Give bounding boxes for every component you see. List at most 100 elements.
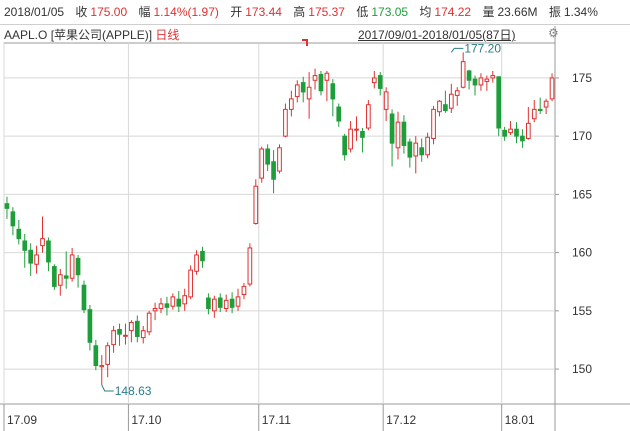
candle — [514, 122, 519, 144]
candle — [34, 245, 39, 274]
candle — [401, 115, 407, 154]
candle-body — [306, 86, 312, 100]
candle-body — [300, 82, 306, 93]
candle — [448, 83, 454, 113]
candle — [460, 52, 466, 89]
period-kind[interactable]: 日线 — [155, 28, 179, 42]
candle — [324, 70, 330, 102]
candle — [277, 144, 282, 174]
candle-body — [241, 285, 247, 296]
candle-body — [253, 185, 259, 225]
candle-body — [16, 228, 22, 240]
candle-body — [366, 104, 371, 129]
candle-body — [206, 297, 211, 310]
candle-body — [200, 250, 205, 262]
candle — [472, 75, 478, 96]
candle — [247, 243, 253, 287]
candle — [229, 292, 235, 314]
candle-body — [34, 254, 39, 265]
candle — [176, 291, 182, 313]
candle-body — [526, 122, 531, 139]
y-tick-label: 170 — [572, 129, 592, 143]
candle-body — [105, 345, 111, 365]
candle-body — [188, 269, 193, 298]
candle — [508, 121, 513, 135]
candle-body — [28, 249, 33, 264]
candle — [377, 72, 383, 96]
candle-body — [324, 72, 330, 81]
candle-body — [93, 345, 99, 367]
candle — [57, 268, 63, 296]
candle-body — [99, 365, 105, 368]
candle — [531, 100, 537, 123]
candle — [549, 73, 555, 102]
candle — [87, 305, 93, 351]
candle-body — [146, 312, 152, 333]
chart-title: AAPL.O [苹果公司(APPLE)] 日线 — [4, 26, 179, 43]
candle-body — [407, 141, 413, 158]
candle — [235, 288, 241, 311]
candle-body — [111, 330, 116, 346]
candle — [265, 144, 270, 172]
candle — [10, 207, 16, 236]
candle — [146, 310, 152, 336]
candle-body — [283, 108, 288, 137]
candle — [4, 196, 10, 219]
candle — [490, 70, 496, 83]
candle-body — [229, 298, 235, 308]
candle — [129, 320, 134, 343]
candle-body — [46, 240, 51, 263]
candle — [407, 138, 413, 168]
candle — [306, 72, 312, 119]
date-range[interactable]: 2017/09/01-2018/01/05(87日) — [358, 26, 515, 43]
annotation-leader — [101, 384, 114, 392]
candle-body — [265, 148, 270, 165]
candle-body — [531, 108, 537, 120]
candle-body — [383, 91, 389, 110]
candle-body — [466, 70, 472, 81]
y-tick-label: 155 — [572, 304, 592, 318]
candle-body — [217, 297, 223, 308]
candle — [28, 243, 33, 276]
candle — [117, 323, 122, 346]
candle — [520, 129, 525, 148]
candle — [271, 150, 276, 194]
candle — [75, 254, 81, 288]
candle-body — [413, 142, 419, 157]
candle — [16, 220, 22, 245]
candle-body — [543, 100, 549, 108]
candle-body — [490, 75, 496, 79]
candle-body — [223, 299, 229, 310]
candle-body — [123, 334, 128, 337]
candle — [348, 121, 353, 153]
candle-body — [437, 100, 442, 113]
candle — [111, 325, 116, 353]
candle — [454, 87, 460, 106]
candlestick-chart[interactable]: 150 155 160 165 170 175 17.09 17.10 17.11 17.12 18… — [0, 0, 630, 431]
y-tick-label: 175 — [572, 71, 592, 85]
candle-body — [117, 328, 122, 335]
candle — [443, 90, 448, 113]
candle-body — [514, 128, 519, 137]
candle — [478, 73, 484, 91]
symbol-label: AAPL.O [苹果公司(APPLE)] — [4, 28, 153, 42]
candle — [371, 70, 377, 89]
candle-body — [152, 308, 158, 312]
candle — [437, 100, 442, 117]
candle-body — [502, 129, 507, 137]
candle-body — [176, 298, 182, 307]
candle-body — [377, 75, 383, 89]
x-tick-label: 17.12 — [386, 413, 416, 427]
candle — [200, 246, 205, 268]
settings-gear-icon[interactable]: ⚙ — [548, 26, 559, 40]
candle — [300, 76, 306, 103]
candle-body — [318, 73, 324, 92]
candle — [93, 339, 99, 371]
candle-body — [508, 128, 513, 134]
candle-body — [22, 240, 28, 251]
candle-body — [271, 161, 276, 180]
candle-body — [247, 247, 253, 285]
candle — [81, 280, 87, 314]
stock-chart-window: { "quote": { "date": "2018/01/05", "clos… — [0, 0, 630, 431]
candle — [312, 68, 318, 90]
